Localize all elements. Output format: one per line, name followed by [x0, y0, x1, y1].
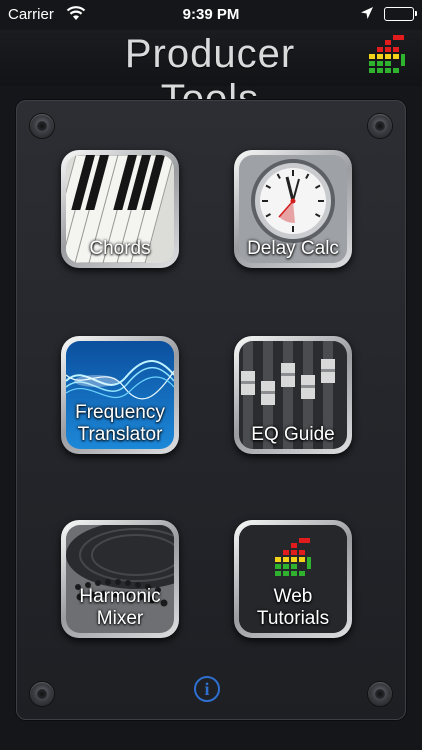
harmonic-mixer-label-line-1: Harmonic	[79, 586, 161, 607]
web-tutorials-label-line-1: Web	[273, 586, 313, 607]
frequency-translator-button[interactable]: Frequency Translator	[61, 336, 179, 454]
frequency-translator-label-line-1: Frequency	[75, 402, 165, 423]
delay-calc-button[interactable]: Delay Calc	[234, 150, 352, 268]
frequency-translator-label-line-2: Translator	[77, 424, 163, 445]
app-header: Producer Tools	[0, 30, 422, 121]
info-icon[interactable]: i	[194, 676, 220, 702]
web-tutorials-label-line-2: Tutorials	[256, 608, 330, 629]
producer-tools-logo-icon	[366, 34, 406, 79]
clock-time: 9:39 PM	[182, 6, 240, 23]
chords-label: Chords	[89, 238, 151, 259]
harmonic-mixer-label: Harmonic Mixer	[61, 586, 179, 630]
screw-icon	[30, 114, 54, 138]
web-tutorials-button[interactable]: Web Tutorials	[234, 520, 352, 638]
battery-icon	[384, 7, 417, 21]
frequency-translator-label: Frequency Translator	[61, 402, 179, 446]
status-bar: Carrier 9:39 PM	[0, 0, 422, 30]
screw-icon	[368, 114, 392, 138]
eq-guide-label: EQ Guide	[251, 424, 335, 445]
chords-button[interactable]: Chords	[61, 150, 179, 268]
location-arrow-icon	[360, 6, 374, 24]
screw-icon	[368, 682, 392, 706]
harmonic-mixer-button[interactable]: Harmonic Mixer	[61, 520, 179, 638]
harmonic-mixer-label-line-2: Mixer	[96, 608, 144, 629]
delay-calc-label: Delay Calc	[247, 238, 339, 259]
screw-icon	[30, 682, 54, 706]
eq-guide-button[interactable]: EQ Guide	[234, 336, 352, 454]
web-tutorials-label: Web Tutorials	[234, 586, 352, 630]
